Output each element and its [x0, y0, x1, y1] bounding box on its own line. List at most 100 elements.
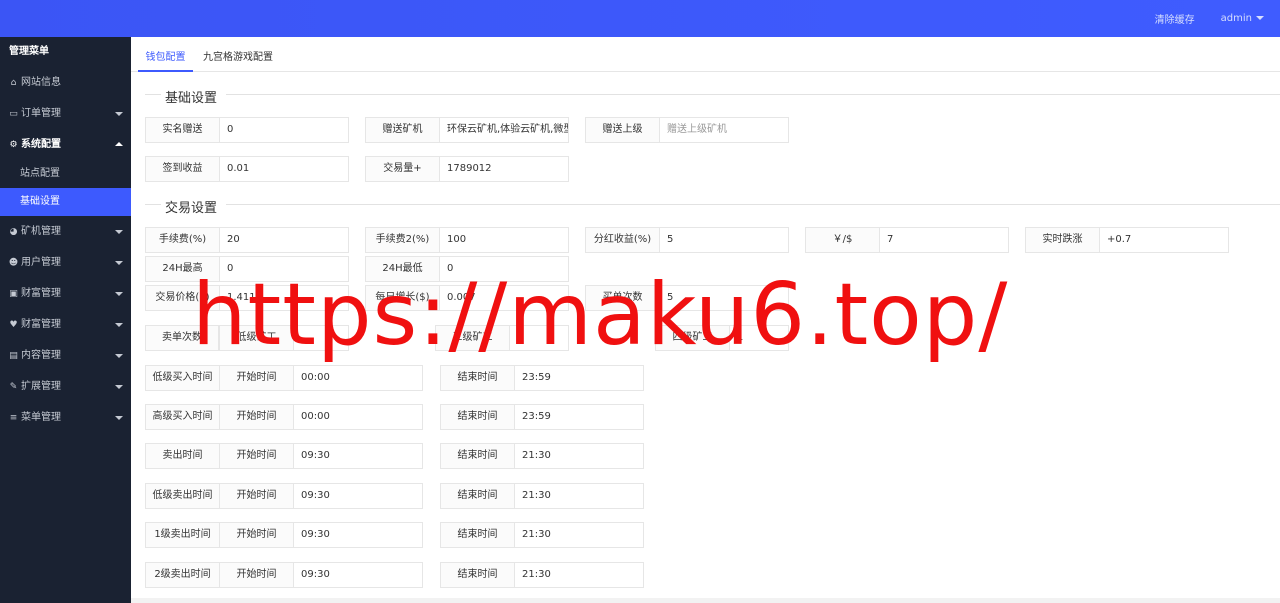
field-gift-miner: 赠送矿机 环保云矿机,体验云矿机,微型云矿机	[365, 117, 569, 143]
field-label: 四级矿工	[656, 326, 730, 350]
low-24h-input[interactable]: 0	[440, 257, 568, 281]
start-time-input[interactable]: 09:30	[294, 523, 422, 547]
field-label: 赠送上级	[586, 118, 660, 142]
start-time-label: 开始时间	[220, 366, 294, 390]
signin-income-input[interactable]: 0.01	[220, 157, 348, 181]
start-time-label: 开始时间	[220, 484, 294, 508]
field-sell-times: 卖单次数	[145, 325, 219, 351]
end-time-label: 结束时间	[441, 484, 515, 508]
user-menu[interactable]: admin	[1221, 13, 1264, 24]
field-fee: 手续费(%) 20	[145, 227, 349, 253]
field-trade-volume: 交易量+ 1789012	[365, 156, 569, 182]
end-time-input[interactable]: 21:30	[515, 484, 643, 508]
wrench-icon: ✎	[9, 382, 18, 392]
section-divider	[226, 204, 1280, 205]
time-row-start: 2级卖出时间 开始时间 09:30	[145, 562, 423, 588]
start-time-label: 开始时间	[220, 405, 294, 429]
sidebar-subitem-site-config[interactable]: 站点配置	[0, 160, 131, 188]
sidebar-subitem-basic-settings[interactable]: 基础设置	[0, 188, 131, 216]
chevron-down-icon	[115, 416, 123, 420]
file-icon: ▤	[9, 351, 18, 361]
field-label: 实时跌涨	[1026, 228, 1100, 252]
field-label: 卖单次数	[146, 326, 218, 350]
end-time-input[interactable]: 21:30	[515, 444, 643, 468]
home-icon: ⌂	[10, 78, 17, 88]
gift-superior-input[interactable]: 赠送上级矿机	[660, 118, 788, 142]
end-time-label: 结束时间	[441, 523, 515, 547]
sidebar: 管理菜单 ⌂ 网站信息 ▭ 订单管理 ⚙ 系统配置 站点配置 基础设置 ◕ 矿机管理 ☻…	[0, 37, 131, 603]
sidebar-item-site-info[interactable]: ⌂ 网站信息	[0, 67, 131, 98]
trade-price-input[interactable]: 1.411	[220, 286, 348, 310]
field-third-worker: 三级矿工	[435, 325, 569, 351]
dividend-input[interactable]: 5	[660, 228, 788, 252]
start-time-label: 开始时间	[220, 523, 294, 547]
field-gift-superior: 赠送上级 赠送上级矿机	[585, 117, 789, 143]
real-name-gift-input[interactable]: 0	[220, 118, 348, 142]
sidebar-item-wealth[interactable]: ▣ 财富管理	[0, 278, 131, 309]
sidebar-item-orders[interactable]: ▭ 订单管理	[0, 98, 131, 129]
field-label: 高级买入时间	[146, 405, 220, 429]
high-24h-input[interactable]: 0	[220, 257, 348, 281]
start-time-input[interactable]: 09:30	[294, 484, 422, 508]
sidebar-item-label: 用户管理	[21, 257, 61, 268]
fee2-input[interactable]: 100	[440, 228, 568, 252]
section-title-basic: 基础设置	[165, 91, 218, 106]
start-time-input[interactable]: 09:30	[294, 444, 422, 468]
field-label: ￥/$	[806, 228, 880, 252]
start-time-input[interactable]: 00:00	[294, 366, 422, 390]
time-row-start: 高级买入时间 开始时间 00:00	[145, 404, 423, 430]
end-time-input[interactable]: 23:59	[515, 366, 643, 390]
field-label: 24H最高	[146, 257, 220, 281]
third-worker-input[interactable]	[510, 326, 568, 350]
card-icon: ▭	[9, 109, 18, 119]
clear-cache-link[interactable]: 清除缓存	[1155, 11, 1195, 26]
sidebar-item-content[interactable]: ▤ 内容管理	[0, 340, 131, 371]
field-exchange-rate: ￥/$ 7	[805, 227, 1009, 253]
fee-input[interactable]: 20	[220, 228, 348, 252]
field-label: 签到收益	[146, 157, 220, 181]
low-worker-input[interactable]	[294, 326, 348, 350]
sidebar-item-wealth-2[interactable]: ♥ 财富管理	[0, 309, 131, 340]
field-signin-income: 签到收益 0.01	[145, 156, 349, 182]
sidebar-item-label: 订单管理	[21, 108, 61, 119]
buy-times-input[interactable]: 5	[660, 286, 788, 310]
sidebar-item-menus[interactable]: ≡ 菜单管理	[0, 402, 131, 433]
start-time-input[interactable]: 09:30	[294, 563, 422, 587]
trade-volume-input[interactable]: 1789012	[440, 157, 568, 181]
sidebar-item-miners[interactable]: ◕ 矿机管理	[0, 216, 131, 247]
fourth-worker-input[interactable]: 1	[730, 326, 788, 350]
chevron-up-icon	[115, 142, 123, 146]
users-icon: ☻	[8, 258, 19, 268]
sidebar-item-label: 菜单管理	[21, 412, 61, 423]
field-dividend: 分红收益(%) 5	[585, 227, 789, 253]
sidebar-item-users[interactable]: ☻ 用户管理	[0, 247, 131, 278]
money-icon: ▣	[9, 289, 18, 299]
field-label: 手续费2(%)	[366, 228, 440, 252]
chevron-down-icon	[115, 230, 123, 234]
bars-icon: ≡	[9, 413, 18, 423]
tab-grid-game-config[interactable]: 九宫格游戏配置	[203, 37, 273, 72]
tab-bar: 钱包配置 九宫格游戏配置	[131, 37, 1280, 72]
field-low-24h: 24H最低 0	[365, 256, 569, 282]
chevron-down-icon	[115, 323, 123, 327]
chevron-down-icon	[115, 112, 123, 116]
sidebar-item-label: 矿机管理	[21, 226, 61, 237]
time-row-start: 1级卖出时间 开始时间 09:30	[145, 522, 423, 548]
exchange-rate-input[interactable]: 7	[880, 228, 1008, 252]
end-time-input[interactable]: 21:30	[515, 523, 643, 547]
daily-growth-input[interactable]: 0.007	[440, 286, 568, 310]
field-label: 赠送矿机	[366, 118, 440, 142]
start-time-input[interactable]: 00:00	[294, 405, 422, 429]
sidebar-item-system-config[interactable]: ⚙ 系统配置	[0, 129, 131, 160]
top-navbar: 清除缓存 admin	[0, 0, 1280, 37]
end-time-input[interactable]: 23:59	[515, 405, 643, 429]
gift-miner-select[interactable]: 环保云矿机,体验云矿机,微型云矿机	[440, 118, 568, 142]
end-time-input[interactable]: 21:30	[515, 563, 643, 587]
realtime-change-input[interactable]: +0.7	[1100, 228, 1228, 252]
time-row-end: 结束时间 21:30	[440, 522, 644, 548]
sidebar-item-extensions[interactable]: ✎ 扩展管理	[0, 371, 131, 402]
field-label: 低级买入时间	[146, 366, 220, 390]
tab-wallet-config[interactable]: 钱包配置	[138, 37, 193, 72]
time-row-end: 结束时间 23:59	[440, 365, 644, 391]
pie-icon: ◕	[9, 227, 18, 237]
